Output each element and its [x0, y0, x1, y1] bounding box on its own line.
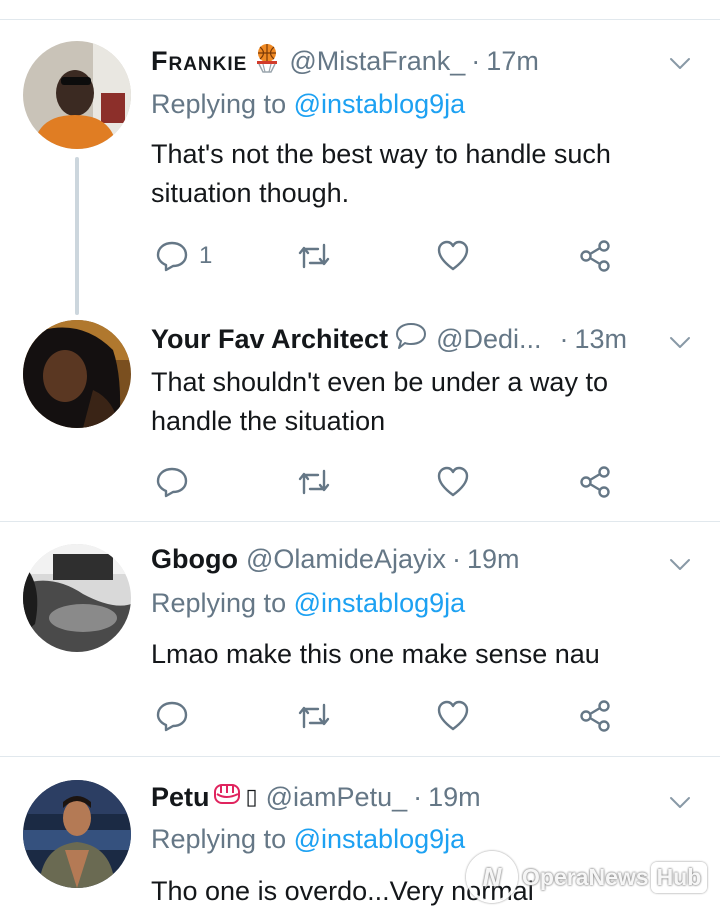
- reply-icon: [156, 701, 188, 732]
- user-handle[interactable]: @Dedi...: [436, 324, 541, 355]
- replying-to-link[interactable]: @instablog9ja: [294, 588, 466, 618]
- tweet-text-line: Lmao make this one make sense nau: [151, 639, 600, 669]
- reply-button[interactable]: 1: [155, 238, 212, 274]
- reply-button[interactable]: [155, 698, 189, 734]
- tweet-header: Petu ▯ @iamPetu_ · 19m: [151, 779, 650, 815]
- replying-to-label: Replying to: [151, 588, 287, 618]
- separator: ·: [559, 323, 569, 354]
- thread-line: [75, 157, 79, 315]
- tweet-text-line: That's not the best way to handle such: [151, 139, 611, 169]
- replying-to: Replying to @instablog9ja: [151, 89, 465, 120]
- separator: ·: [471, 45, 481, 76]
- heart-icon: [437, 240, 469, 271]
- opera-news-hub-watermark: N OperaNews Hub: [466, 851, 708, 903]
- timestamp[interactable]: 19m: [428, 782, 481, 813]
- retweet-button[interactable]: [296, 238, 332, 274]
- chevron-down-icon[interactable]: [668, 51, 692, 75]
- tweet-text-line: handle the situation: [151, 406, 386, 436]
- avatar[interactable]: [23, 544, 131, 652]
- share-icon: [580, 466, 610, 498]
- chevron-down-icon[interactable]: [668, 330, 692, 354]
- replying-to-link[interactable]: @instablog9ja: [294, 89, 466, 119]
- watermark-hub: Hub: [650, 861, 708, 893]
- avatar[interactable]: [23, 780, 131, 888]
- tweet-header: Gbogo @OlamideAjayix · 19m: [151, 541, 650, 577]
- user-handle[interactable]: @iamPetu_: [266, 782, 407, 813]
- speech-bubble-icon: [394, 321, 428, 358]
- display-name[interactable]: Gbogo: [151, 544, 238, 575]
- display-name[interactable]: Petu: [151, 782, 210, 813]
- replying-to-label: Replying to: [151, 89, 287, 119]
- tweet-header: Frankie @MistaFrank_ · 17m: [151, 43, 650, 79]
- chevron-down-icon[interactable]: [668, 552, 692, 576]
- replying-to: Replying to @instablog9ja: [151, 824, 465, 855]
- missing-glyph: ▯: [245, 784, 258, 809]
- reply-icon: [156, 241, 188, 272]
- like-button[interactable]: [436, 238, 470, 274]
- timestamp[interactable]: 19m: [467, 544, 520, 575]
- user-handle[interactable]: @MistaFrank_: [289, 46, 465, 77]
- basketball-hoop-icon: [253, 43, 281, 80]
- share-button[interactable]: [578, 238, 612, 274]
- reply-button[interactable]: [155, 464, 189, 500]
- user-handle[interactable]: @OlamideAjayix: [246, 544, 446, 575]
- tweet-text-line: situation though.: [151, 178, 350, 208]
- display-name[interactable]: Frankie: [151, 46, 247, 77]
- heart-icon: [437, 700, 469, 731]
- share-button[interactable]: [578, 464, 612, 500]
- opera-news-logo-icon: N: [466, 851, 518, 903]
- tweet-frankie[interactable]: Frankie @MistaFrank_ · 17m Replying to @…: [0, 41, 720, 315]
- tweet-text: Lmao make this one make sense nau: [151, 635, 691, 674]
- avatar[interactable]: [23, 320, 131, 428]
- reply-count: 1: [199, 242, 213, 269]
- separator: ·: [413, 781, 423, 812]
- retweet-icon: [298, 243, 330, 269]
- watermark-brand: OperaNews: [522, 863, 649, 890]
- retweet-icon: [298, 469, 330, 495]
- top-divider: [0, 19, 720, 20]
- retweet-icon: [298, 703, 330, 729]
- fist-icon: [212, 780, 244, 815]
- timestamp[interactable]: 17m: [486, 46, 539, 77]
- avatar[interactable]: [23, 41, 131, 149]
- tweet-your-fav-architect[interactable]: Your Fav Architect @Dedi... · 13m That s…: [0, 320, 720, 520]
- separator: ·: [451, 543, 461, 574]
- timestamp[interactable]: 13m: [575, 324, 628, 355]
- like-button[interactable]: [436, 464, 470, 500]
- replying-to-label: Replying to: [151, 824, 287, 854]
- tweet-feed: Frankie @MistaFrank_ · 17m Replying to @…: [0, 0, 720, 923]
- replying-to-link[interactable]: @instablog9ja: [294, 824, 466, 854]
- tweet-divider: [0, 521, 720, 522]
- retweet-button[interactable]: [296, 698, 332, 734]
- tweet-text: That shouldn't even be under a way to ha…: [151, 363, 691, 441]
- like-button[interactable]: [436, 698, 470, 734]
- tweet-header: Your Fav Architect @Dedi... · 13m: [151, 321, 650, 357]
- tweet-actions: 1: [151, 238, 631, 274]
- replying-to: Replying to @instablog9ja: [151, 588, 465, 619]
- tweet-actions: [151, 464, 631, 500]
- reply-icon: [156, 467, 188, 498]
- share-icon: [580, 240, 610, 272]
- tweet-divider: [0, 756, 720, 757]
- tweet-actions: [151, 698, 631, 734]
- chevron-down-icon[interactable]: [668, 790, 692, 814]
- tweet-text: That's not the best way to handle such s…: [151, 135, 691, 213]
- heart-icon: [437, 466, 469, 497]
- tweet-text-line: That shouldn't even be under a way to: [151, 367, 608, 397]
- tweet-gbogo[interactable]: Gbogo @OlamideAjayix · 19m Replying to @…: [0, 544, 720, 754]
- retweet-button[interactable]: [296, 464, 332, 500]
- share-button[interactable]: [578, 698, 612, 734]
- display-name[interactable]: Your Fav Architect: [151, 324, 388, 355]
- share-icon: [580, 700, 610, 732]
